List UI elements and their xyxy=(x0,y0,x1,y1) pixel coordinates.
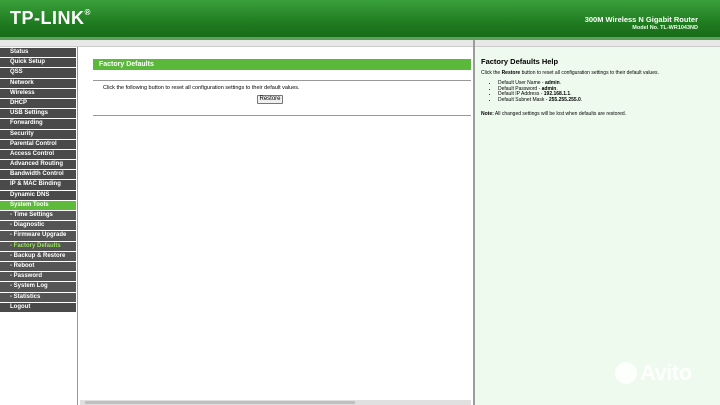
help-intro-pre: Click the xyxy=(481,70,502,76)
help-defaults-list: Default User Name - admin. Default Passw… xyxy=(481,80,583,104)
sidebar-item-advanced-routing[interactable]: Advanced Routing xyxy=(0,160,76,170)
logo-text: TP-LINK xyxy=(10,8,85,28)
sidebar-item-security[interactable]: Security xyxy=(0,129,76,139)
sidebar-menu: Status Quick Setup QSS Network Wireless … xyxy=(0,48,76,313)
sidebar-item-diagnostic[interactable]: - Diagnostic xyxy=(0,221,76,231)
sidebar-item-status[interactable]: Status xyxy=(0,48,76,58)
sidebar-item-usb-settings[interactable]: USB Settings xyxy=(0,109,76,119)
default-end: . xyxy=(580,96,583,103)
note-label: Note: xyxy=(481,111,494,117)
sidebar: Status Quick Setup QSS Network Wireless … xyxy=(0,47,78,405)
sidebar-item-parental-control[interactable]: Parental Control xyxy=(0,139,76,149)
sidebar-item-reboot[interactable]: - Reboot xyxy=(0,261,76,272)
sidebar-item-system-tools[interactable]: System Tools xyxy=(0,200,76,210)
sidebar-item-time-settings[interactable]: - Time Settings xyxy=(0,211,76,221)
default-value: 255.255.255.0 xyxy=(548,96,581,103)
restore-description: Click the following button to reset all … xyxy=(103,85,300,91)
sidebar-item-quick-setup[interactable]: Quick Setup xyxy=(0,58,76,68)
horizontal-scrollbar[interactable] xyxy=(80,400,471,405)
avito-logo-icon xyxy=(615,362,637,384)
model-number: Model No. TL-WR1043ND xyxy=(632,25,698,31)
logo-registered-mark: ® xyxy=(84,8,91,17)
note-text: All changed settings will be lost when d… xyxy=(493,111,627,117)
sidebar-item-password[interactable]: - Password xyxy=(0,272,76,282)
main-panel: Factory Defaults Click the following but… xyxy=(78,47,473,405)
sidebar-item-dynamic-dns[interactable]: Dynamic DNS xyxy=(0,190,76,200)
sidebar-item-dhcp[interactable]: DHCP xyxy=(0,98,76,109)
header-separator xyxy=(0,40,720,47)
divider-bottom xyxy=(93,115,471,116)
sidebar-item-backup-restore[interactable]: - Backup & Restore xyxy=(0,251,76,261)
help-intro-post: button to reset all configuration settin… xyxy=(520,70,659,76)
sidebar-item-network[interactable]: Network xyxy=(0,78,76,88)
default-label: Default Subnet Mask - xyxy=(498,96,549,103)
help-intro: Click the Restore button to reset all co… xyxy=(481,70,659,76)
sidebar-item-qss[interactable]: QSS xyxy=(0,68,76,78)
help-intro-restore: Restore xyxy=(501,70,521,76)
page-title: Factory Defaults xyxy=(93,59,471,70)
divider-top xyxy=(93,80,471,81)
sidebar-item-ip-mac-binding[interactable]: IP & MAC Binding xyxy=(0,180,76,190)
help-title: Factory Defaults Help xyxy=(481,57,559,66)
sidebar-item-forwarding[interactable]: Forwarding xyxy=(0,119,76,129)
sidebar-item-factory-defaults[interactable]: - Factory Defaults xyxy=(0,241,76,251)
watermark-text: Avito xyxy=(640,360,692,385)
sidebar-item-wireless[interactable]: Wireless xyxy=(0,88,76,98)
list-item: Default Subnet Mask - 255.255.255.0. xyxy=(498,96,583,104)
sidebar-item-logout[interactable]: Logout xyxy=(0,302,76,312)
default-end: . xyxy=(559,80,562,86)
avito-watermark: Avito xyxy=(615,360,692,386)
product-name: 300M Wireless N Gigabit Router xyxy=(584,15,698,24)
help-note: Note: All changed settings will be lost … xyxy=(481,111,626,117)
restore-button[interactable]: Restore xyxy=(257,95,283,104)
help-panel: Factory Defaults Help Click the Restore … xyxy=(475,47,720,405)
header-bar: TP-LINK® 300M Wireless N Gigabit Router … xyxy=(0,0,720,40)
sidebar-item-firmware-upgrade[interactable]: - Firmware Upgrade xyxy=(0,231,76,241)
sidebar-item-statistics[interactable]: - Statistics xyxy=(0,292,76,302)
sidebar-item-access-control[interactable]: Access Control xyxy=(0,149,76,160)
tp-link-logo: TP-LINK® xyxy=(10,8,91,29)
scrollbar-thumb[interactable] xyxy=(85,401,355,404)
sidebar-item-bandwidth-control[interactable]: Bandwidth Control xyxy=(0,170,76,180)
sidebar-item-system-log[interactable]: - System Log xyxy=(0,282,76,292)
